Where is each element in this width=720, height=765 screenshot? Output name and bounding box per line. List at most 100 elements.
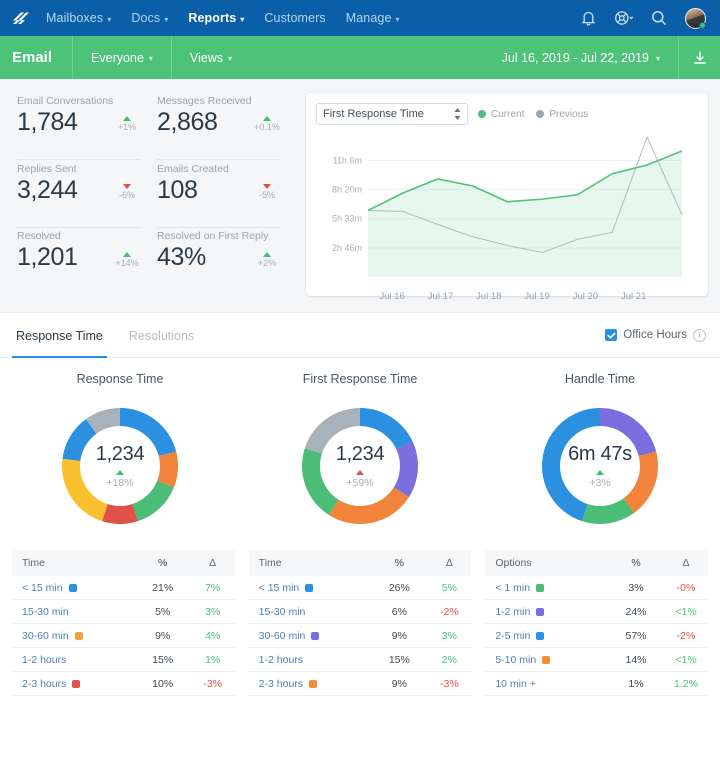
donut-segment[interactable]: [582, 498, 635, 524]
donut-segment[interactable]: [132, 480, 174, 522]
donut-segment[interactable]: [393, 441, 418, 498]
row-label-text: 2-3 hours: [258, 677, 304, 690]
table-row[interactable]: 2-3 hours 9% -3%: [248, 672, 472, 696]
row-label-text: < 15 min: [258, 581, 300, 594]
date-range-picker[interactable]: Jul 16, 2019 - Jul 22, 2019 ▾: [502, 51, 678, 65]
row-label[interactable]: 1-2 hours: [12, 654, 135, 666]
row-label[interactable]: 30-60 min: [12, 630, 135, 642]
row-delta: -2%: [440, 605, 459, 618]
row-label[interactable]: 15-30 min: [12, 606, 135, 618]
subnav-item-views[interactable]: Views ▾: [170, 36, 250, 79]
online-status-dot: [699, 21, 706, 29]
breakdown-tables: Time% Δ < 15 min 21% 7% 15-30 min 5% 3% 30-60 mi…: [0, 536, 720, 696]
helpscout-logo-icon[interactable]: [10, 8, 32, 28]
row-label[interactable]: < 15 min: [12, 582, 135, 594]
donut-panels: Response Time 1,234 +18% First Response …: [0, 358, 720, 536]
row-label[interactable]: 1-2 min: [485, 606, 608, 618]
table-row[interactable]: 1-2 hours 15% 1%: [12, 648, 235, 672]
donut-chart-response-time[interactable]: 1,234 +18%: [50, 396, 190, 536]
table-row[interactable]: 1-2 min 24% <1%: [485, 600, 709, 624]
row-label[interactable]: 30-60 min: [249, 630, 372, 642]
tab-resolutions[interactable]: Resolutions: [127, 312, 196, 358]
office-hours-toggle[interactable]: Office Hours i: [605, 328, 706, 342]
donut-segment[interactable]: [304, 408, 360, 454]
donut-segment[interactable]: [302, 448, 339, 515]
metric-resolved: Resolved 1,201 +14%: [12, 228, 152, 295]
chevron-down-icon: ▾: [240, 14, 245, 24]
office-hours-checkbox[interactable]: [605, 329, 618, 341]
svg-text:Jul 18: Jul 18: [476, 291, 501, 302]
tab-response-time[interactable]: Response Time: [12, 312, 107, 358]
bell-icon[interactable]: [581, 10, 596, 26]
row-label[interactable]: 2-5 min: [485, 630, 608, 642]
table-row[interactable]: < 1 min 3% -0%: [485, 576, 709, 600]
column-header-name: Options: [495, 557, 532, 569]
info-icon[interactable]: i: [693, 328, 706, 342]
panel-title: Handle Time: [564, 372, 636, 386]
row-label[interactable]: < 15 min: [249, 582, 372, 594]
trend-down-icon: [123, 183, 131, 189]
table-row[interactable]: 2-3 hours 10% -3%: [12, 672, 235, 696]
table-row[interactable]: 2-5 min 57% -2%: [485, 624, 709, 648]
table-header-row: Time% Δ: [12, 550, 235, 576]
row-label[interactable]: 10 min +: [485, 678, 608, 690]
row-label[interactable]: 5-10 min: [485, 654, 608, 666]
legend-item-previous[interactable]: Previous: [536, 109, 588, 120]
legend-label: Current: [491, 108, 525, 120]
table-row[interactable]: 15-30 min 5% 3%: [12, 600, 235, 624]
nav-item-manage[interactable]: Manage ▾: [346, 11, 400, 25]
metric-select-value: First Response Time: [323, 108, 424, 120]
row-delta: <1%: [675, 653, 697, 666]
row-label[interactable]: 2-3 hours: [12, 678, 135, 690]
table-row[interactable]: 5-10 min 14% <1%: [485, 648, 709, 672]
row-delta: 1.2%: [674, 677, 698, 690]
row-label[interactable]: < 1 min: [485, 582, 608, 594]
table-row[interactable]: 15-30 min 6% -2%: [248, 600, 472, 624]
legend-item-current[interactable]: Current: [478, 109, 524, 120]
beacon-icon[interactable]: [614, 10, 633, 26]
donut-chart-handle-time[interactable]: 6m 47s +3%: [530, 396, 670, 536]
table-row[interactable]: 10 min + 1% 1.2%: [485, 672, 709, 696]
avatar[interactable]: [685, 7, 706, 29]
donut-svg: [542, 408, 658, 524]
table-row[interactable]: 30-60 min 9% 3%: [248, 624, 472, 648]
table-response-time: Time% Δ < 15 min 21% 7% 15-30 min 5% 3% 30-60 mi…: [12, 550, 235, 696]
nav-item-label: Mailboxes: [46, 11, 104, 25]
table-row[interactable]: < 15 min 26% 5%: [248, 576, 472, 600]
donut-segment[interactable]: [542, 408, 600, 522]
metric-select[interactable]: First Response Time: [316, 103, 468, 125]
donut-segment[interactable]: [62, 458, 108, 522]
donut-segment[interactable]: [120, 408, 177, 457]
nav-item-mailboxes[interactable]: Mailboxes ▾: [46, 11, 111, 25]
stepper-arrows-icon: [454, 108, 461, 120]
row-label-text: 10 min +: [495, 677, 536, 690]
nav-item-docs[interactable]: Docs ▾: [131, 11, 168, 25]
search-icon[interactable]: [651, 10, 667, 26]
download-report-button[interactable]: [678, 36, 720, 79]
subnav-item-label: Views: [189, 50, 223, 65]
donut-segment[interactable]: [600, 408, 657, 457]
donut-segment[interactable]: [623, 451, 658, 513]
nav-item-label: Docs: [131, 11, 161, 25]
table-row[interactable]: 30-60 min 9% 4%: [12, 624, 235, 648]
date-range-label: Jul 16, 2019 - Jul 22, 2019: [501, 50, 649, 65]
subnav-item-everyone[interactable]: Everyone ▾: [72, 36, 171, 79]
nav-item-reports[interactable]: Reports ▾: [188, 11, 244, 25]
report-tabs-bar: Response Time Resolutions Office Hours i: [0, 312, 720, 358]
row-percent: 9%: [391, 629, 407, 642]
table-row[interactable]: < 15 min 21% 7%: [12, 576, 235, 600]
nav-item-customers[interactable]: Customers: [264, 11, 325, 25]
metric-delta: +1%: [112, 116, 142, 135]
donut-segment[interactable]: [102, 504, 138, 524]
trend-up-icon: [123, 251, 131, 257]
row-label[interactable]: 2-3 hours: [249, 678, 372, 690]
line-chart-plot: 2h 46m 5h 33m 8h 20m 11h 6m Jul 16 Jul 17 Jul …: [316, 127, 698, 317]
row-label[interactable]: 1-2 hours: [249, 654, 372, 666]
line-chart-svg: 2h 46m 5h 33m 8h 20m 11h 6m Jul 16 Jul 17 Jul …: [332, 135, 683, 302]
row-label[interactable]: 15-30 min: [249, 606, 372, 618]
donut-segment[interactable]: [360, 408, 413, 449]
donut-segment[interactable]: [328, 487, 409, 524]
table-row[interactable]: 1-2 hours 15% 2%: [248, 648, 472, 672]
row-delta: 5%: [441, 581, 457, 594]
donut-chart-first-response-time[interactable]: 1,234 +59%: [290, 396, 430, 536]
